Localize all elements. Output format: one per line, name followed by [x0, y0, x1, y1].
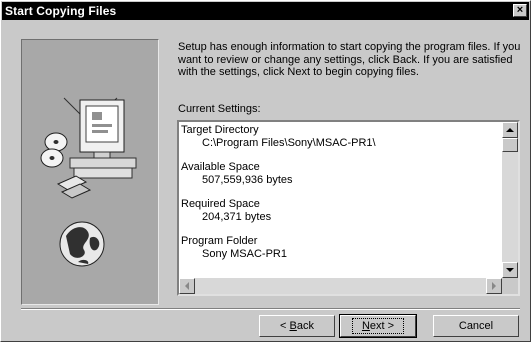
cancel-button-label: Cancel — [458, 320, 494, 332]
next-button[interactable]: Next > — [339, 314, 417, 338]
cd-discs-icon — [40, 132, 68, 168]
computer-icon — [63, 97, 137, 179]
setting-available-space: Available Space 507,559,936 bytes — [181, 161, 501, 186]
setting-label: Target Directory — [181, 124, 259, 136]
title-bar[interactable]: Start Copying Files × — [2, 2, 529, 20]
back-button[interactable]: < Back — [259, 315, 335, 337]
setting-program-folder: Program Folder Sony MSAC-PR1 — [181, 235, 501, 260]
vertical-scrollbar[interactable] — [502, 122, 518, 278]
setup-dialog: Start Copying Files × Setup has enough i… — [0, 0, 531, 342]
close-icon: × — [516, 4, 524, 16]
cancel-button[interactable]: Cancel — [433, 315, 519, 337]
current-settings-listbox[interactable]: Target Directory C:\Program Files\Sony\M… — [177, 120, 520, 296]
next-button-label: ext > — [369, 320, 395, 332]
floppy-disks-icon — [56, 175, 92, 199]
setting-label: Program Folder — [181, 235, 258, 247]
horizontal-scrollbar[interactable] — [179, 278, 502, 294]
current-settings-label: Current Settings: — [178, 103, 261, 115]
arrow-up-icon — [506, 128, 514, 132]
globe-icon — [59, 221, 105, 267]
arrow-down-icon — [506, 268, 514, 272]
scrollbar-corner — [502, 278, 518, 294]
settings-content: Target Directory C:\Program Files\Sony\M… — [181, 124, 501, 272]
setup-illustration — [21, 39, 159, 305]
next-button-focus-ring: Next > — [351, 318, 405, 334]
setting-value: 507,559,936 bytes — [202, 173, 293, 186]
setting-label: Required Space — [181, 198, 260, 210]
back-button-label: ack — [296, 320, 314, 332]
next-button-mnemonic: N — [361, 320, 370, 332]
back-button-mnemonic: B — [289, 320, 297, 332]
arrow-left-icon — [185, 282, 189, 290]
dialog-title: Start Copying Files — [5, 4, 117, 18]
back-button-prefix: < — [280, 320, 290, 332]
scroll-left-button[interactable] — [179, 278, 195, 294]
close-button[interactable]: × — [513, 4, 527, 17]
setting-label: Available Space — [181, 161, 260, 173]
vertical-scroll-thumb[interactable] — [502, 138, 518, 152]
setting-target-directory: Target Directory C:\Program Files\Sony\M… — [181, 124, 501, 149]
setting-required-space: Required Space 204,371 bytes — [181, 198, 501, 223]
setting-value: Sony MSAC-PR1 — [202, 247, 287, 260]
scroll-up-button[interactable] — [502, 122, 518, 138]
button-separator — [21, 308, 520, 310]
setting-value: 204,371 bytes — [202, 210, 272, 223]
arrow-right-icon — [492, 282, 496, 290]
setting-value: C:\Program Files\Sony\MSAC-PR1\ — [202, 136, 376, 149]
intro-text: Setup has enough information to start co… — [178, 41, 521, 78]
scroll-down-button[interactable] — [502, 262, 518, 278]
scroll-right-button[interactable] — [486, 278, 502, 294]
